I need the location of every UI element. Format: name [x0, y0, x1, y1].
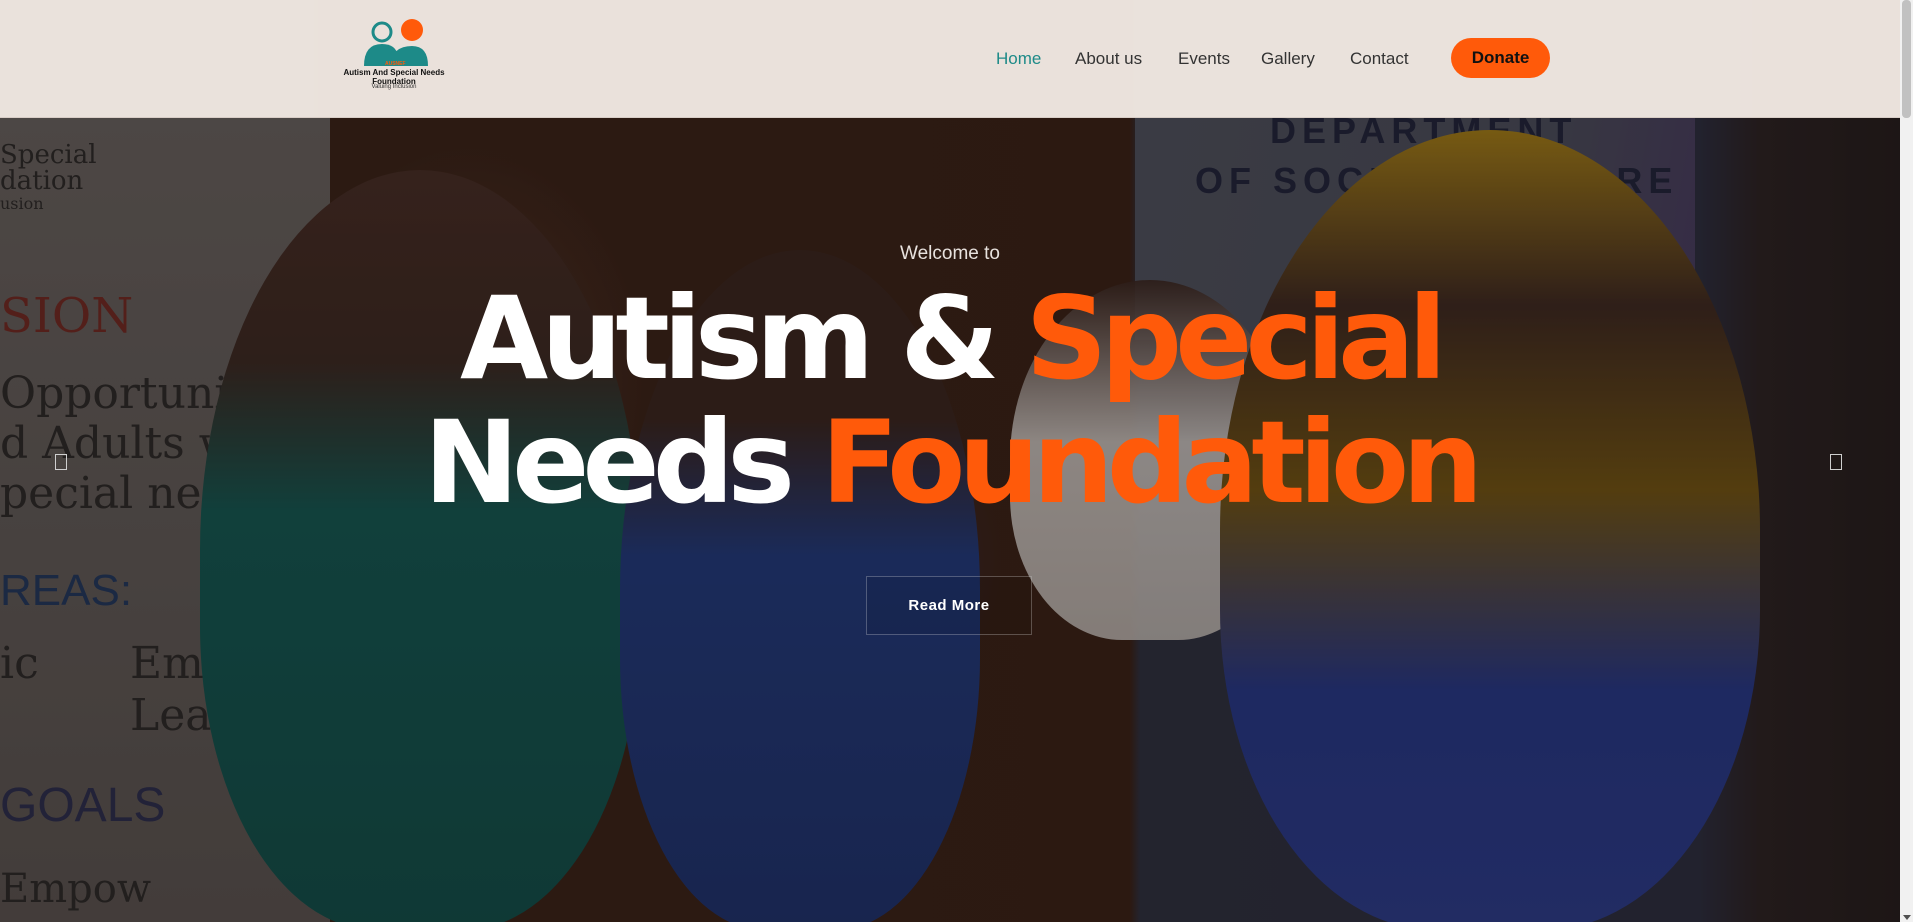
nav-gallery[interactable]: Gallery	[1261, 49, 1315, 69]
hero-welcome-text: Welcome to	[900, 243, 1000, 264]
next-arrow-icon[interactable]	[1830, 454, 1842, 470]
scroll-down-arrow-icon[interactable]	[1903, 915, 1911, 920]
read-more-button[interactable]: Read More	[866, 576, 1032, 635]
nav-home[interactable]: Home	[996, 49, 1041, 69]
site-header: AUSNEF Autism And Special Needs Foundati…	[0, 0, 1900, 118]
hero-title-orange: Special	[1025, 272, 1447, 405]
hero-title-line-1: Autism & Special	[0, 282, 1900, 396]
nav-contact[interactable]: Contact	[1350, 49, 1409, 69]
hero-title-white: Needs	[423, 396, 821, 529]
nav-about-us[interactable]: About us	[1075, 49, 1142, 69]
page-scrollbar[interactable]	[1900, 0, 1913, 922]
scrollbar-thumb[interactable]	[1902, 0, 1911, 118]
svg-text:AUSNEF: AUSNEF	[385, 61, 406, 67]
hero-title-line-2: Needs Foundation	[0, 406, 1900, 520]
hero-title-white: Autism &	[459, 272, 1026, 405]
logo-tagline: Valuing Inclusion	[371, 84, 417, 90]
donate-button[interactable]: Donate	[1451, 38, 1550, 78]
hero-title-orange: Foundation	[820, 396, 1483, 529]
nav-events[interactable]: Events	[1178, 49, 1230, 69]
prev-arrow-icon[interactable]	[55, 454, 67, 470]
